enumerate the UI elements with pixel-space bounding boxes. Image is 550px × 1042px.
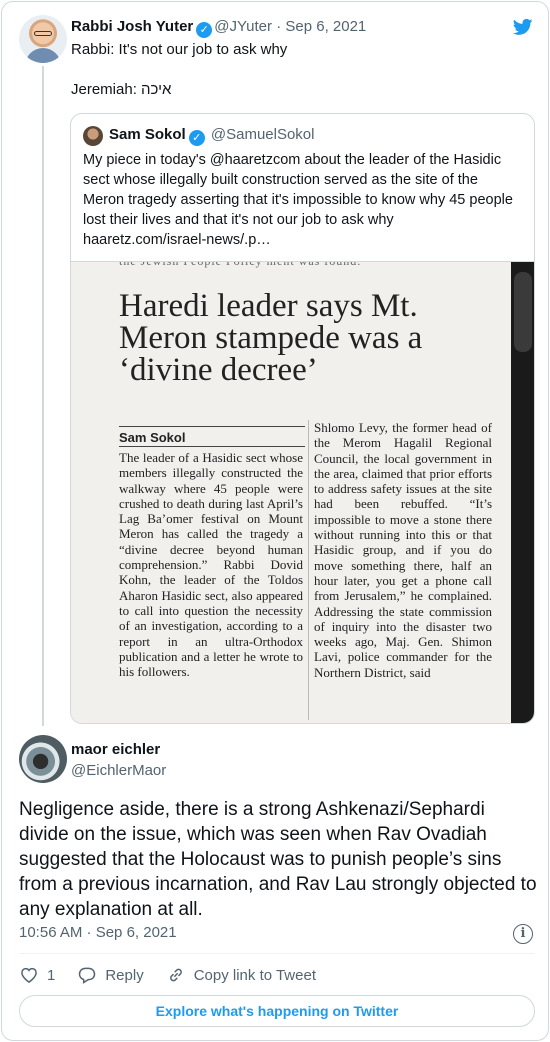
clipping-top-strip: the Jewish People Policy ment was found. bbox=[119, 261, 362, 268]
clipping-byline: Sam Sokol bbox=[119, 430, 186, 445]
copy-link-label: Copy link to Tweet bbox=[193, 966, 316, 984]
embedded-tweet-card: Rabbi Josh Yuter ✓ @JYuter · Sep 6, 2021 R… bbox=[1, 1, 549, 1041]
clipping-column-2: Shlomo Levy, the former head of the Mero… bbox=[314, 420, 492, 680]
avatar-shirt bbox=[25, 48, 61, 63]
tweet-text-line2: Jeremiah: איכה bbox=[71, 81, 172, 98]
quoted-author-handle[interactable]: @SamuelSokol bbox=[211, 126, 315, 143]
reply-tweet-text: Negligence aside, there is a strong Ashk… bbox=[19, 799, 537, 920]
clipping-column-divider bbox=[308, 420, 309, 720]
reply-author-name-wrap: maor eichler bbox=[71, 741, 160, 758]
author-name[interactable]: Rabbi Josh Yuter bbox=[71, 18, 193, 35]
quoted-author-name[interactable]: Sam Sokol bbox=[109, 126, 186, 143]
copy-link-button[interactable]: Copy link to Tweet bbox=[166, 965, 316, 985]
action-bar: 1 Reply Copy link to Tweet bbox=[19, 964, 338, 986]
tweet-header: Rabbi Josh Yuter ✓ @JYuter · Sep 6, 2021 bbox=[71, 18, 366, 38]
link-icon bbox=[169, 968, 182, 982]
like-count: 1 bbox=[47, 966, 56, 984]
clipping-rule bbox=[119, 446, 305, 447]
explore-twitter-button[interactable]: Explore what's happening on Twitter bbox=[19, 995, 535, 1027]
author-handle[interactable]: @JYuter bbox=[214, 18, 272, 35]
clipping-column-1: The leader of a Hasidic sect whose membe… bbox=[119, 450, 303, 680]
quoted-image-newspaper-clipping[interactable]: the Jewish People Policy ment was found.… bbox=[71, 261, 534, 723]
tweet-timestamp[interactable]: 10:56 AM · Sep 6, 2021 bbox=[19, 924, 177, 941]
reply-avatar[interactable] bbox=[19, 735, 67, 783]
info-icon[interactable]: i bbox=[513, 924, 533, 944]
reply-author-handle[interactable]: @EichlerMaor bbox=[71, 762, 166, 779]
tweet-date[interactable]: Sep 6, 2021 bbox=[285, 18, 366, 35]
tweet-text-line1: Rabbi: It's not our job to ask why bbox=[71, 41, 288, 58]
thread-connector-line bbox=[42, 66, 44, 726]
quoted-header: Sam Sokol ✓ @SamuelSokol bbox=[109, 126, 314, 146]
clipping-photo-edge bbox=[511, 262, 534, 723]
reply-icon bbox=[79, 967, 96, 984]
reply-button[interactable]: Reply bbox=[77, 965, 144, 985]
clipping-rule bbox=[119, 426, 305, 427]
verified-badge-icon: ✓ bbox=[188, 130, 205, 146]
heart-icon bbox=[21, 967, 37, 983]
clipping-headline: Haredi leader says Mt. Meron stampede wa… bbox=[119, 288, 423, 388]
quoted-body: My piece in today's @haaretzcom about th… bbox=[83, 152, 513, 228]
quoted-tweet-text: My piece in today's @haaretzcom about th… bbox=[83, 150, 523, 250]
like-button[interactable]: 1 bbox=[19, 965, 55, 985]
quoted-tweet[interactable]: Sam Sokol ✓ @SamuelSokol My piece in toda… bbox=[70, 113, 535, 724]
verified-badge-icon: ✓ bbox=[196, 22, 213, 38]
separator-dot: · bbox=[272, 18, 286, 35]
divider bbox=[19, 953, 534, 954]
reply-author-name[interactable]: maor eichler bbox=[71, 741, 160, 758]
avatar[interactable] bbox=[19, 15, 67, 63]
twitter-bird-icon[interactable] bbox=[511, 17, 535, 37]
quoted-avatar[interactable] bbox=[83, 126, 103, 146]
avatar-glasses bbox=[34, 31, 52, 36]
quoted-link[interactable]: haaretz.com/israel-news/.p… bbox=[83, 230, 523, 250]
reply-label: Reply bbox=[105, 966, 144, 984]
